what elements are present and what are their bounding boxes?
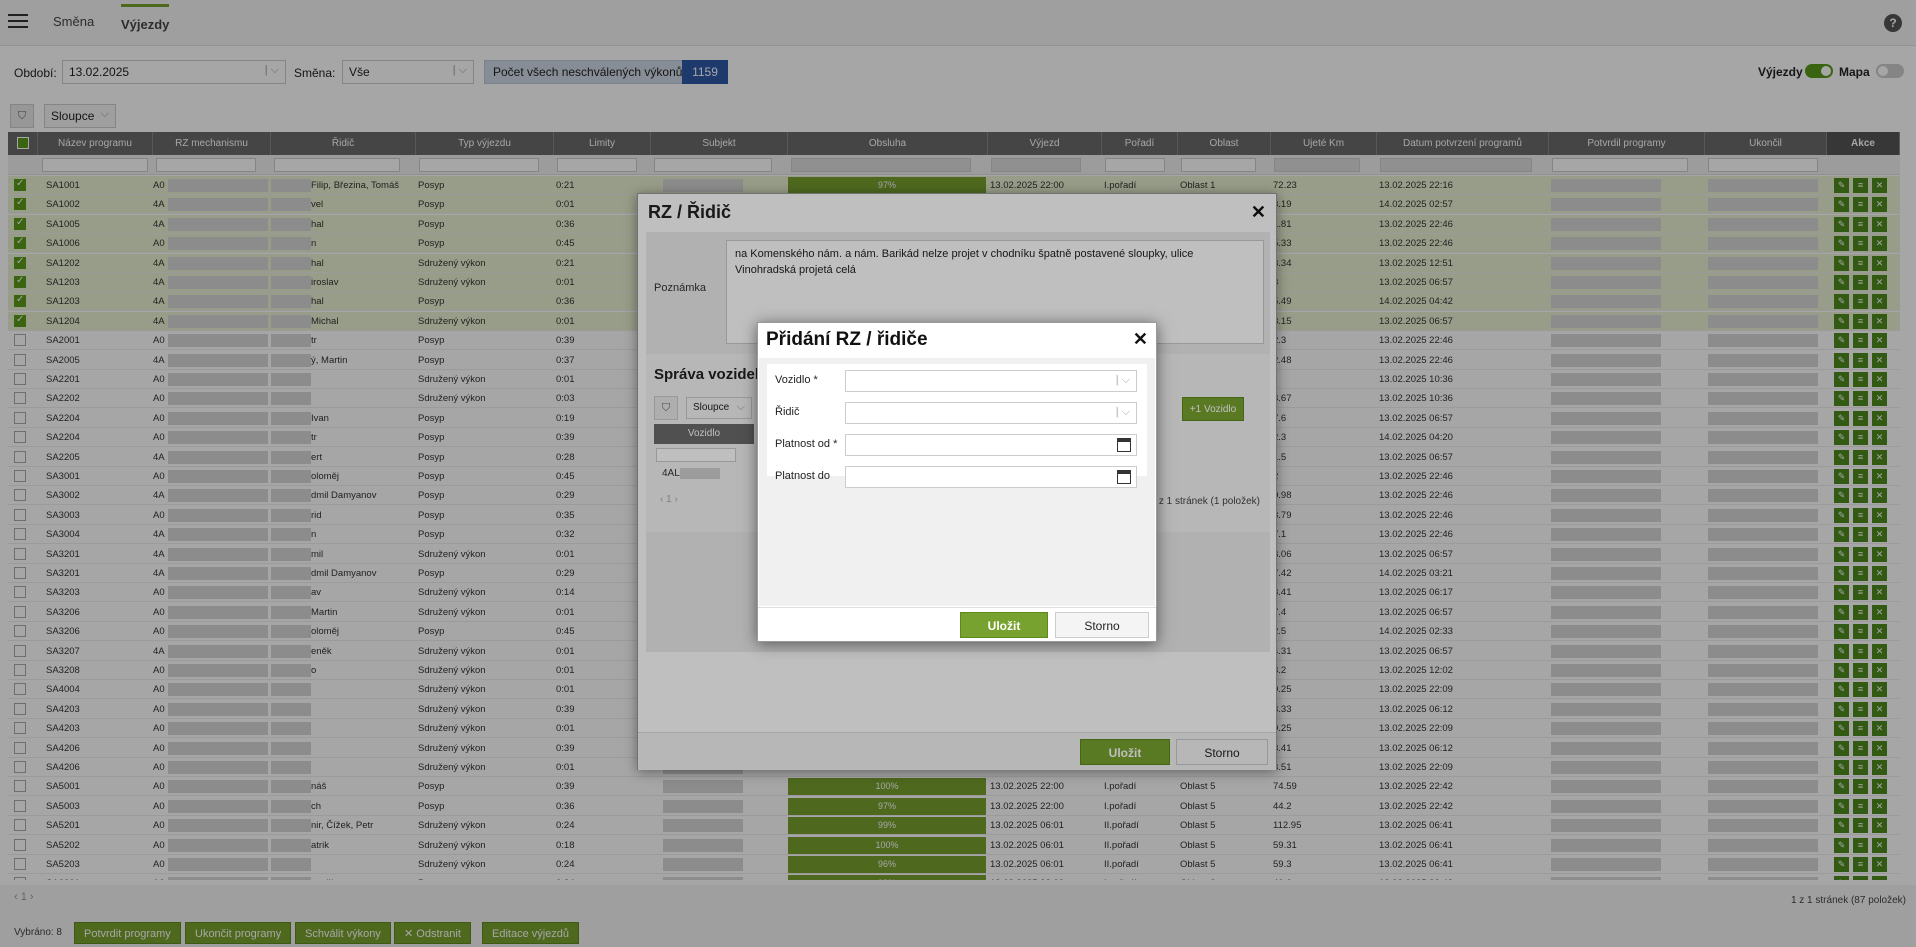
save-button[interactable]: Uložit [960, 612, 1048, 638]
chevron-down-icon: | ⌵ [1115, 406, 1130, 418]
valid-from-input[interactable] [845, 434, 1137, 456]
vehicle-label: Vozidlo * [775, 374, 818, 386]
calendar-icon[interactable] [1117, 470, 1131, 484]
dialog-footer: Uložit Storno [758, 607, 1156, 641]
add-form: Vozidlo * | ⌵ Řidič | ⌵ Platnost od * Pl… [767, 364, 1147, 488]
modal-backdrop-footer [0, 885, 1916, 947]
dialog-title: Přidání RZ / řidiče [766, 329, 928, 350]
chevron-down-icon: | ⌵ [1115, 374, 1130, 386]
valid-from-row: Platnost od * [767, 432, 1147, 458]
driver-label: Řidič [775, 406, 800, 418]
cancel-button[interactable]: Storno [1055, 612, 1149, 638]
dialog-body: Vozidlo * | ⌵ Řidič | ⌵ Platnost od * Pl… [759, 358, 1155, 606]
valid-to-label: Platnost do [775, 470, 831, 482]
close-icon[interactable]: ✕ [1133, 329, 1148, 350]
valid-from-label: Platnost od * [775, 438, 838, 450]
driver-field-row: Řidič | ⌵ [767, 400, 1147, 426]
valid-to-input[interactable] [845, 466, 1137, 488]
valid-to-row: Platnost do [767, 464, 1147, 490]
vehicle-field-row: Vozidlo * | ⌵ [767, 368, 1147, 394]
add-rz-dialog: Přidání RZ / řidiče ✕ Vozidlo * | ⌵ Řidi… [757, 322, 1157, 642]
vehicle-select[interactable]: | ⌵ [845, 370, 1137, 392]
driver-select[interactable]: | ⌵ [845, 402, 1137, 424]
calendar-icon[interactable] [1117, 438, 1131, 452]
